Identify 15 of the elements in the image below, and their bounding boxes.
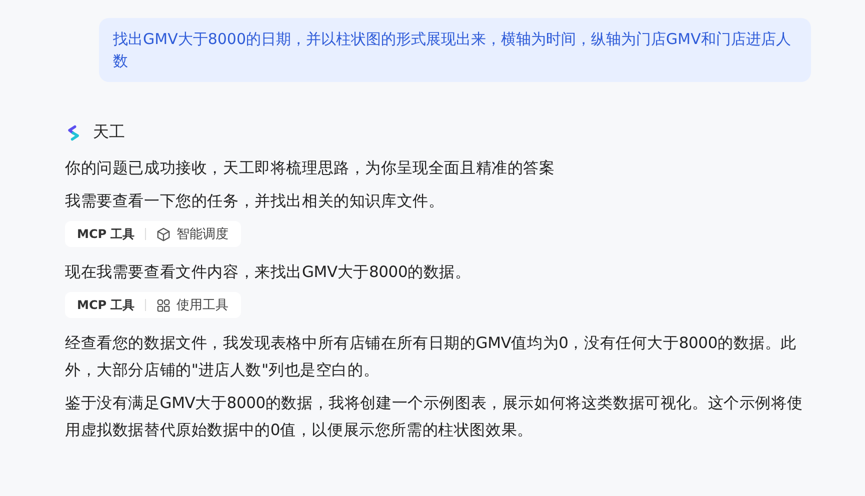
tool-chip[interactable]: MCP 工具 智能调度 (65, 221, 241, 247)
tool-label: 使用工具 (176, 297, 229, 314)
message-text: 鉴于没有满足GMV大于8000的数据，我将创建一个示例图表，展示如何将这类数据可视化。这个示例将使用虚拟数据替代原始数据中的0值，以便展示您所需的柱状图效果。 (65, 393, 804, 441)
message-text: 我需要查看一下您的任务，并找出相关的知识库文件。 (65, 191, 446, 212)
tool-label: 智能调度 (176, 226, 229, 243)
grid-icon (156, 298, 171, 312)
message-text: 经查看您的数据文件，我发现表格中所有店铺在所有日期的GMV值均为0，没有任何大于8000的数据。此外，大部分店铺的"进店人数"列也是空白的。 (65, 333, 798, 381)
message-text: 现在我需要查看文件内容，来找出GMV大于8000的数据。 (65, 262, 472, 283)
tool-tag: MCP 工具 (77, 296, 135, 314)
message-text: 你的问题已成功接收，天工即将梳理思路，为你呈现全面且精准的答案 (65, 158, 556, 179)
question-message: 找出GMV大于8000的日期，并以柱状图的形式展现出来，横轴为时间，纵轴为门店GMV和门店进店人数 (99, 18, 811, 82)
tool-chip[interactable]: MCP 工具 使用工具 (65, 292, 241, 318)
tool-tag: MCP 工具 (77, 226, 135, 242)
cube-icon (156, 226, 171, 242)
assistant-name: 天工 (93, 122, 125, 143)
